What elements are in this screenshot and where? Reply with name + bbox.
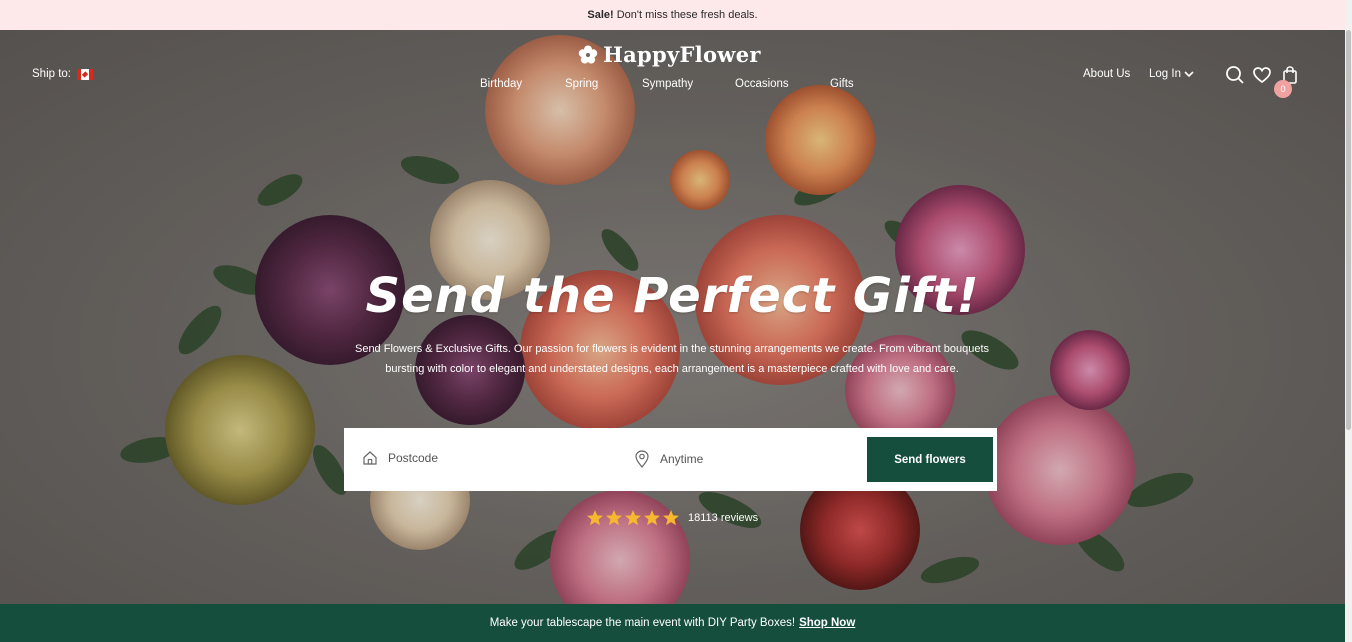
ship-to-label: Ship to: — [32, 68, 71, 80]
star-icon — [606, 510, 622, 526]
home-icon — [363, 451, 377, 465]
announcement-text: Don't miss these fresh deals. — [616, 9, 758, 21]
site-logo[interactable]: HappyFlower — [578, 42, 761, 67]
shop-now-link[interactable]: Shop Now — [799, 617, 855, 629]
page-scrollbar[interactable] — [1345, 0, 1352, 642]
heart-icon[interactable] — [1252, 65, 1272, 85]
cart-count-badge: 0 — [1274, 80, 1292, 98]
nav-spring[interactable]: Spring — [565, 78, 598, 90]
postcode-input[interactable] — [388, 451, 588, 465]
announcement-bar: Sale! Don't miss these fresh deals. — [0, 0, 1345, 30]
delivery-date-input[interactable] — [660, 452, 860, 466]
delivery-search-form: Send flowers — [344, 428, 997, 491]
review-count[interactable]: 18113 reviews — [688, 512, 758, 524]
flower-icon — [578, 45, 598, 64]
about-us-link[interactable]: About Us — [1083, 68, 1130, 80]
site-header: Ship to: HappyFlower Birthday Spring Sym… — [0, 30, 1345, 110]
star-icon — [663, 510, 679, 526]
rating-summary: 18113 reviews — [586, 509, 758, 527]
ship-to-selector[interactable]: Ship to: — [32, 68, 93, 80]
nav-birthday[interactable]: Birthday — [480, 78, 522, 90]
scrollbar-thumb[interactable] — [1346, 30, 1351, 430]
nav-sympathy[interactable]: Sympathy — [642, 78, 693, 90]
location-pin-icon — [635, 450, 649, 468]
send-flowers-button[interactable]: Send flowers — [867, 437, 993, 482]
promo-bar: Make your tablescape the main event with… — [0, 604, 1345, 642]
nav-gifts[interactable]: Gifts — [830, 78, 854, 90]
logo-text: HappyFlower — [603, 42, 761, 67]
announcement-bold: Sale! — [587, 9, 614, 21]
rating-stars — [586, 509, 680, 527]
hero-subtext: Send Flowers & Exclusive Gifts. Our pass… — [354, 343, 989, 375]
star-icon — [587, 510, 603, 526]
chevron-down-icon — [1184, 71, 1194, 78]
nav-occasions[interactable]: Occasions — [735, 78, 789, 90]
delivery-date-field — [634, 450, 860, 468]
login-label: Log In — [1149, 68, 1181, 80]
search-icon[interactable] — [1225, 65, 1245, 85]
promo-text: Make your tablescape the main event with… — [489, 617, 796, 629]
canada-flag-icon — [77, 68, 93, 80]
hero-headline: Send the Perfect Gift! — [365, 268, 980, 324]
login-menu[interactable]: Log In — [1149, 68, 1195, 80]
star-icon — [625, 510, 641, 526]
star-icon — [644, 510, 660, 526]
postcode-field — [362, 450, 588, 466]
